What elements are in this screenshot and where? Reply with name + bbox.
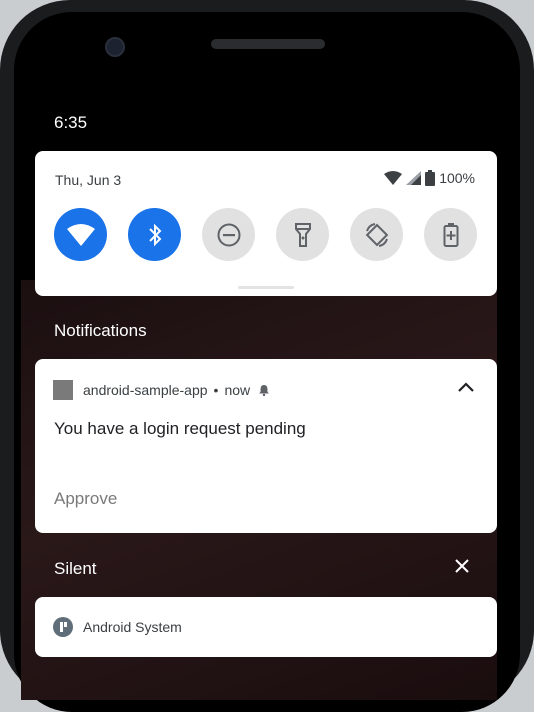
bluetooth-icon: [148, 223, 161, 246]
notification-header: android-sample-app • now: [53, 380, 270, 400]
approve-action-button[interactable]: Approve: [54, 489, 117, 509]
status-bar-clock: 6:35: [54, 113, 88, 132]
close-icon[interactable]: [453, 557, 471, 575]
flashlight-icon: [294, 222, 311, 247]
android-system-icon: [53, 617, 73, 637]
qs-status-icons: 100%: [384, 170, 475, 186]
app-icon: [53, 380, 73, 400]
qs-tiles: [54, 208, 477, 261]
qs-drag-handle[interactable]: [238, 286, 294, 289]
auto-rotate-icon: [365, 222, 388, 247]
wifi-tile[interactable]: [54, 208, 107, 261]
collapse-chevron-icon[interactable]: [457, 381, 475, 393]
notification-card[interactable]: android-sample-app • now You have a logi…: [35, 359, 497, 533]
battery-saver-tile[interactable]: [424, 208, 477, 261]
notification-app-name: android-sample-app: [83, 382, 208, 398]
wifi-icon: [66, 223, 95, 246]
bluetooth-tile[interactable]: [128, 208, 181, 261]
silent-notification-card[interactable]: Android System: [35, 597, 497, 657]
cell-signal-icon: [406, 171, 422, 185]
battery-saver-icon: [443, 222, 458, 247]
battery-percentage: 100%: [439, 170, 475, 186]
do-not-disturb-icon: [217, 223, 240, 246]
silent-notification-app-name: Android System: [83, 619, 182, 635]
battery-icon: [425, 170, 436, 186]
notification-time: now: [224, 382, 251, 398]
silent-notification-header: Android System: [53, 617, 182, 637]
silent-section-title: Silent: [54, 559, 97, 578]
front-camera: [105, 37, 125, 57]
separator-dot: •: [213, 382, 219, 398]
quick-settings-panel: Thu, Jun 3 100%: [35, 151, 497, 296]
dnd-tile[interactable]: [202, 208, 255, 261]
auto-rotate-tile[interactable]: [350, 208, 403, 261]
notification-message: You have a login request pending: [54, 419, 306, 438]
alert-bell-icon: [259, 385, 270, 396]
wifi-signal-icon: [384, 171, 403, 185]
qs-date[interactable]: Thu, Jun 3: [55, 172, 121, 188]
flashlight-tile[interactable]: [276, 208, 329, 261]
earpiece-speaker: [211, 39, 325, 49]
notifications-section-title: Notifications: [54, 321, 147, 340]
